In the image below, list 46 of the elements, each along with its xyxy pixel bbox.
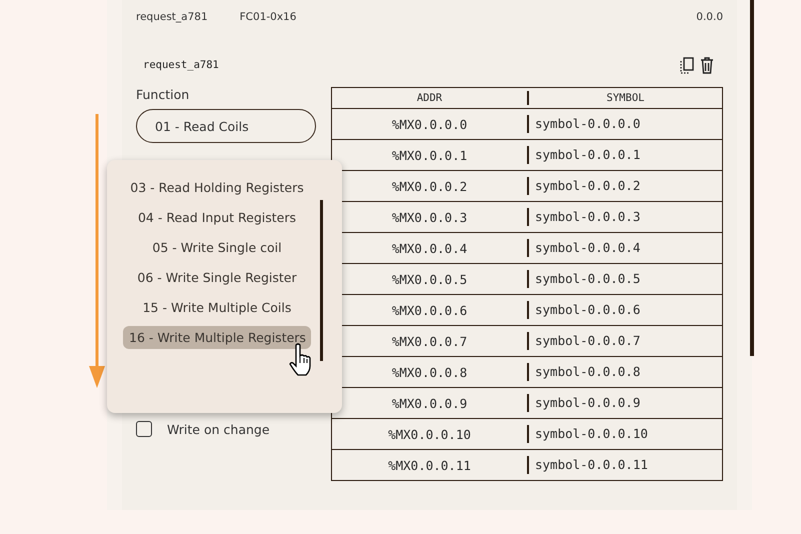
trash-icon[interactable]: [700, 56, 714, 74]
table-cell: symbol-0.0.0.9: [527, 394, 722, 412]
dropdown-option[interactable]: 16 - Write Multiple Registers: [123, 326, 311, 349]
table-cell: symbol-0.0.0.2: [527, 177, 722, 195]
table-cell: symbol-0.0.0.7: [527, 332, 722, 350]
scrollbar[interactable]: [320, 200, 323, 361]
request-name: request_a781: [143, 59, 219, 71]
scrollbar[interactable]: [750, 0, 754, 356]
down-arrow-icon: [89, 114, 105, 388]
hand-cursor-icon: [289, 343, 311, 376]
column-header: SYMBOL: [527, 91, 722, 105]
table-cell-text: %MX0.0.0.10: [387, 426, 472, 442]
table-cell-text: %MX0.0.0.11: [387, 458, 472, 472]
table-cell: symbol-0.0.0.5: [527, 270, 722, 288]
table-cell-text: %MX0.0.0.1: [390, 148, 468, 162]
request-name: request_a781: [136, 11, 208, 25]
table-cell-text: %MX0.0.0.6: [390, 302, 468, 318]
function-select[interactable]: 01 - Read Coils: [136, 109, 316, 143]
table-cell: symbol-0.0.0.6: [527, 301, 722, 319]
checkbox[interactable]: [136, 421, 152, 437]
table-cell-text: %MX0.0.0.4: [390, 240, 468, 256]
table-cell: symbol-0.0.0.4: [527, 239, 722, 257]
table-cell: symbol-0.0.0.11: [527, 456, 722, 474]
table-cell-text: %MX0.0.0.0: [390, 116, 468, 132]
dropdown-option[interactable]: 06 - Write Single Register: [131, 266, 303, 289]
function-code: FC01-0x16: [240, 11, 296, 25]
dropdown-option[interactable]: 05 - Write Single coil: [146, 236, 288, 259]
table-cell: symbol-0.0.0.10: [527, 425, 722, 443]
field-label: Function: [136, 87, 190, 104]
table-cell: symbol-0.0.0.3: [527, 208, 722, 226]
table-cell: symbol-0.0.0.0: [527, 115, 722, 133]
table-cell-text: %MX0.0.0.2: [390, 178, 468, 194]
dropdown-option[interactable]: 15 - Write Multiple Coils: [136, 296, 298, 319]
dropdown-option[interactable]: 03 - Read Holding Registers: [124, 176, 310, 199]
table-cell-text: %MX0.0.0.7: [390, 334, 468, 348]
column-header: ADDR: [416, 92, 444, 104]
table-cell-text: %MX0.0.0.5: [390, 272, 468, 286]
table-cell-text: %MX0.0.0.9: [390, 396, 468, 410]
copy-icon[interactable]: [680, 56, 694, 74]
version-label: 0.0.0: [696, 11, 723, 25]
table-cell-text: %MX0.0.0.3: [390, 210, 468, 224]
dropdown-option[interactable]: 04 - Read Input Registers: [132, 206, 302, 229]
table-cell: symbol-0.0.0.1: [527, 146, 722, 164]
table-cell: symbol-0.0.0.8: [527, 363, 722, 381]
table-cell-text: %MX0.0.0.8: [390, 364, 468, 380]
checkbox-label: Write on change: [167, 422, 270, 436]
